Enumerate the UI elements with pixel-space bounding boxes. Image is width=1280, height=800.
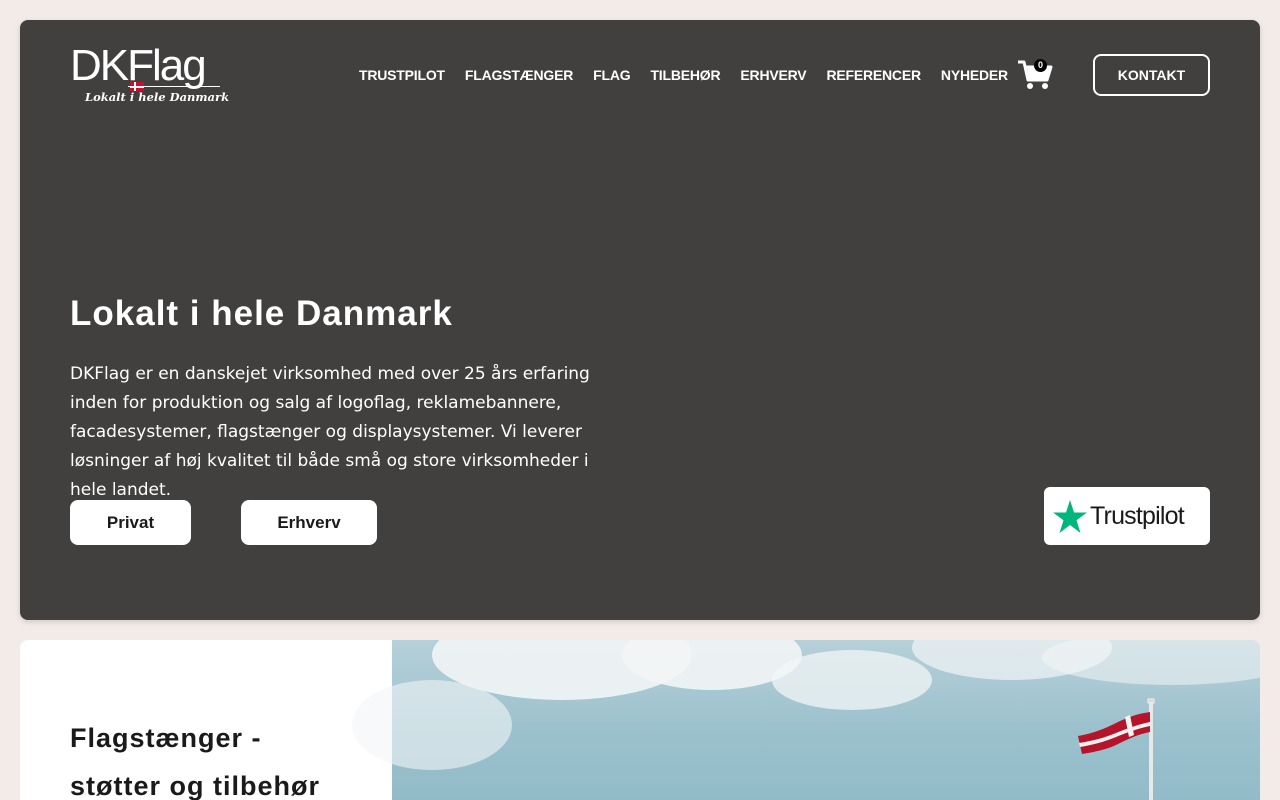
section-title: Flagstænger - støtter og tilbehør (70, 723, 320, 800)
trustpilot-star-icon (1053, 499, 1087, 533)
hero-title: Lokalt i hele Danmark (70, 294, 453, 333)
business-button[interactable]: Erhverv (241, 500, 377, 545)
nav-item-referencer[interactable]: REFERENCER (826, 66, 921, 84)
danish-flag-icon (1078, 712, 1150, 754)
cart-count-badge: 0 (1034, 59, 1047, 72)
dkflag-logo[interactable]: DKFlag Lokalt i hele Danmark (70, 44, 229, 106)
flagpoles-section: Flagstænger - støtter og tilbehør (20, 640, 1260, 800)
nav-item-trustpilot[interactable]: TRUSTPILOT (359, 66, 445, 84)
nav-item-flag[interactable]: FLAG (593, 66, 631, 84)
contact-button[interactable]: KONTAKT (1093, 54, 1210, 96)
cart-button[interactable]: 0 (1017, 57, 1055, 91)
private-button[interactable]: Privat (70, 500, 191, 545)
trustpilot-label: Trustpilot (1090, 501, 1185, 530)
trustpilot-badge[interactable]: Trustpilot (1044, 487, 1210, 545)
main-nav: TRUSTPILOT FLAGSTÆNGER FLAG TILBEHØR ERH… (359, 66, 1008, 84)
flagpole-photo (352, 640, 1260, 800)
logo-tagline: Lokalt i hele Danmark (85, 90, 230, 104)
hero-section: DKFlag Lokalt i hele Danmark TRUSTPILOT … (20, 20, 1260, 620)
nav-item-flagstaenger[interactable]: FLAGSTÆNGER (465, 66, 573, 84)
nav-item-tilbehoer[interactable]: TILBEHØR (650, 66, 720, 84)
nav-item-nyheder[interactable]: NYHEDER (941, 66, 1008, 84)
hero-description: DKFlag er en danskejet virksomhed med ov… (70, 364, 590, 500)
nav-item-erhverv[interactable]: ERHVERV (740, 66, 806, 84)
